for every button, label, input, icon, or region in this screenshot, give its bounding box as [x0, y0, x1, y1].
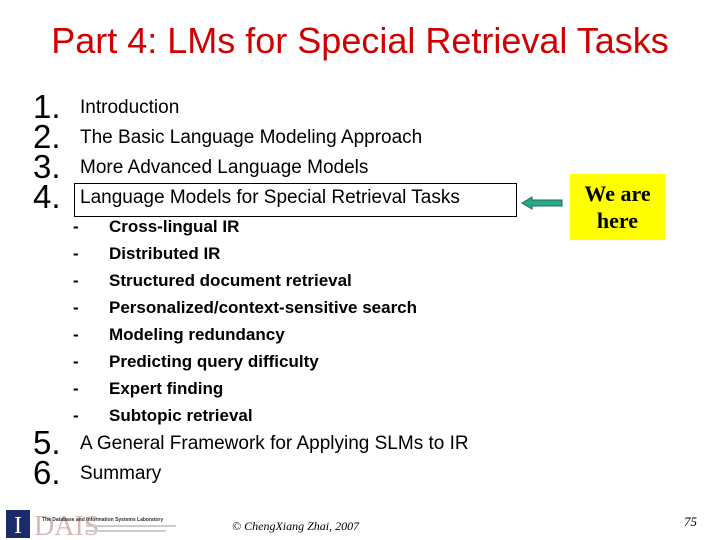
outline-item: The Basic Language Modeling Approach — [80, 127, 423, 148]
bullet-dash: - — [73, 217, 79, 236]
bullet-dash: - — [73, 406, 79, 425]
svg-text:I: I — [14, 513, 22, 538]
bullet-dash: - — [73, 352, 79, 371]
bullet-dash: - — [73, 244, 79, 263]
callout-line: here — [596, 208, 639, 233]
sub-item: Distributed IR — [109, 244, 221, 263]
dais-logo: I DAIS The Database and Information Syst… — [6, 510, 176, 538]
sub-item: Structured document retrieval — [109, 271, 352, 290]
outline-item: A General Framework for Applying SLMs to… — [80, 433, 469, 454]
sub-item: Predicting query difficulty — [109, 352, 319, 371]
item-number: 6. — [33, 454, 61, 491]
bullet-dash: - — [73, 379, 79, 398]
bullet-dash: - — [73, 325, 79, 344]
arrow-left-icon — [521, 196, 563, 210]
outline-item: Introduction — [80, 97, 180, 118]
page-number: 75 — [684, 514, 697, 529]
copyright: © ChengXiang Zhai, 2007 — [232, 519, 360, 533]
sub-item: Personalized/context-sensitive search — [109, 298, 418, 317]
bullet-dash: - — [73, 298, 79, 317]
sub-item: Modeling redundancy — [109, 325, 285, 344]
sub-item: Subtopic retrieval — [109, 406, 253, 425]
svg-text:The Database and Information S: The Database and Information Systems Lab… — [42, 517, 163, 523]
svg-text:DAIS: DAIS — [34, 511, 99, 538]
callout-line: We are — [584, 181, 651, 206]
bullet-dash: - — [73, 271, 79, 290]
outline-item: Summary — [80, 463, 162, 484]
sub-item: Expert finding — [109, 379, 224, 398]
outline-item: More Advanced Language Models — [80, 157, 369, 178]
current-item-highlight-box — [74, 183, 517, 217]
we-are-here-callout: We are here — [570, 174, 665, 240]
item-number: 4. — [33, 178, 61, 215]
sub-item: Cross-lingual IR — [109, 217, 240, 236]
slide-title: Part 4: LMs for Special Retrieval Tasks — [51, 20, 669, 61]
